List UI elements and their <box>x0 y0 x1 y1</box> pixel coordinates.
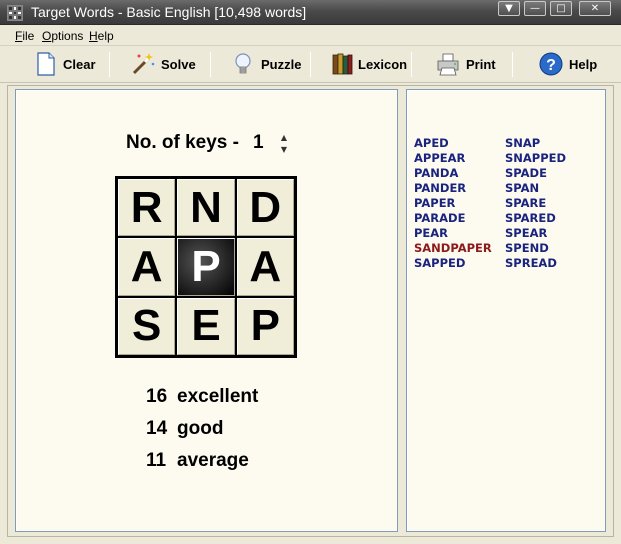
word-item[interactable]: SPARE <box>505 196 546 210</box>
word-item[interactable]: SAPPED <box>414 256 465 270</box>
grid-cell[interactable]: D <box>236 179 294 237</box>
grid-cell[interactable]: N <box>177 179 235 237</box>
grid-cell[interactable]: A <box>236 238 294 296</box>
close-button[interactable]: ✕ <box>579 1 611 16</box>
help-button[interactable]: ? Help <box>534 48 597 80</box>
help-question-icon: ? <box>539 52 563 76</box>
word-item[interactable]: SPREAD <box>505 256 557 270</box>
word-item[interactable]: SPEND <box>505 241 549 255</box>
key-letter-cell[interactable]: P <box>177 238 235 296</box>
solve-button[interactable]: Solve <box>126 48 196 80</box>
score-average: 11 average <box>146 450 249 471</box>
menu-options[interactable]: Options <box>42 29 83 43</box>
minimize-button[interactable]: — <box>524 1 546 16</box>
puzzle-button[interactable]: Puzzle <box>226 48 301 80</box>
system-menu-button[interactable]: ▼ <box>498 1 520 16</box>
svg-text:?: ? <box>546 57 556 74</box>
maximize-button[interactable]: □ <box>550 1 572 16</box>
menu-bar: File Options Help <box>0 25 621 46</box>
printer-icon <box>437 53 459 76</box>
word-item[interactable]: PAPER <box>414 196 455 210</box>
title-bar[interactable]: Target Words - Basic English [10,498 wor… <box>0 0 621 25</box>
keys-up-arrow-icon[interactable]: ▲ <box>278 133 290 143</box>
score-excellent: 16 excellent <box>146 386 259 407</box>
keys-label: No. of keys - <box>126 132 239 153</box>
books-icon <box>332 53 353 75</box>
print-button[interactable]: Print <box>431 48 496 80</box>
target-word-item[interactable]: SANDPAPER <box>414 241 492 255</box>
word-item[interactable]: SPARED <box>505 211 556 225</box>
letter-grid: R N D A P A S E P <box>115 176 297 358</box>
lexicon-button[interactable]: Lexicon <box>325 48 407 80</box>
word-item[interactable]: SPAN <box>505 181 539 195</box>
word-item[interactable]: APED <box>414 136 449 150</box>
toolbar: Clear Solve Puzzle Lexicon Print ? Help <box>0 46 621 83</box>
word-item[interactable]: PEAR <box>414 226 448 240</box>
app-grid-icon[interactable] <box>7 5 23 21</box>
word-item[interactable]: PARADE <box>414 211 465 225</box>
word-item[interactable]: SPEAR <box>505 226 547 240</box>
clear-button[interactable]: Clear <box>28 48 96 80</box>
grid-cell[interactable]: R <box>118 179 176 237</box>
blank-page-icon <box>37 52 55 76</box>
grid-cell[interactable]: S <box>118 297 176 355</box>
word-item[interactable]: SNAP <box>505 136 540 150</box>
grid-cell[interactable]: A <box>118 238 176 296</box>
menu-help[interactable]: Help <box>89 29 114 43</box>
word-item[interactable]: PANDER <box>414 181 466 195</box>
menu-file[interactable]: File <box>15 29 34 43</box>
word-item[interactable]: SPADE <box>505 166 547 180</box>
word-item[interactable]: APPEAR <box>414 151 465 165</box>
word-item[interactable]: PANDA <box>414 166 458 180</box>
lightbulb-icon <box>235 53 251 74</box>
keys-down-arrow-icon[interactable]: ▼ <box>278 145 290 155</box>
grid-cell[interactable]: P <box>236 297 294 355</box>
window-title: Target Words - Basic English [10,498 wor… <box>31 4 307 20</box>
magic-wand-icon <box>132 53 155 75</box>
grid-cell[interactable]: E <box>177 297 235 355</box>
score-good: 14 good <box>146 418 224 439</box>
keys-value[interactable]: 1 <box>253 132 264 154</box>
word-item[interactable]: SNAPPED <box>505 151 566 165</box>
